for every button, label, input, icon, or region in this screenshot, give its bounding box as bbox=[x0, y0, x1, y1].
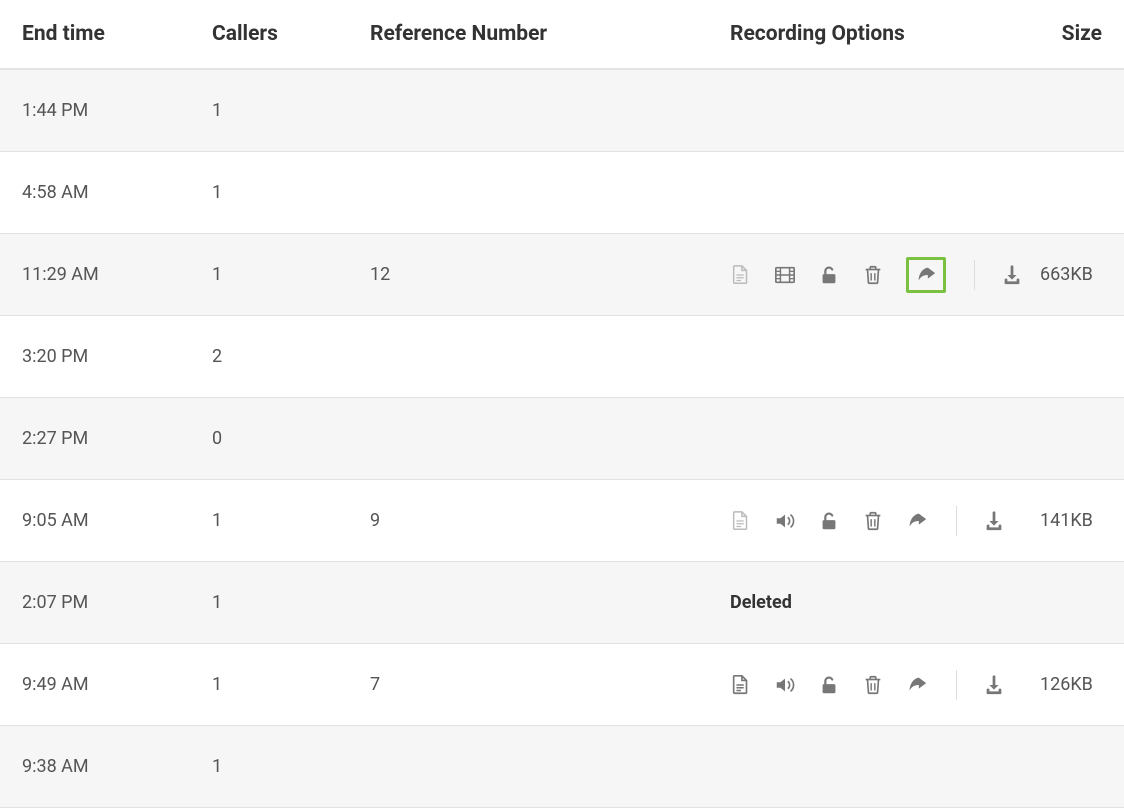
table-row: 9:05 AM 1 9 141KB bbox=[0, 480, 1124, 562]
header-reference: Reference Number bbox=[370, 22, 730, 46]
film-icon[interactable] bbox=[774, 264, 796, 286]
share-icon[interactable] bbox=[906, 510, 928, 532]
header-options: Recording Options bbox=[730, 22, 1040, 46]
unlock-icon[interactable] bbox=[818, 264, 840, 286]
table-row: 11:29 AM 1 12 663KB bbox=[0, 234, 1124, 316]
cell-callers: 1 bbox=[212, 592, 370, 613]
cell-callers: 1 bbox=[212, 182, 370, 203]
header-size: Size bbox=[1040, 22, 1102, 46]
table-row: 9:49 AM 1 7 126KB bbox=[0, 644, 1124, 726]
cell-callers: 1 bbox=[212, 100, 370, 121]
divider bbox=[974, 260, 975, 290]
cell-callers: 1 bbox=[212, 674, 370, 695]
share-icon[interactable] bbox=[906, 674, 928, 696]
divider bbox=[956, 670, 957, 700]
cell-end-time: 4:58 AM bbox=[22, 182, 212, 203]
cell-end-time: 9:05 AM bbox=[22, 510, 212, 531]
divider bbox=[956, 506, 957, 536]
download-icon[interactable] bbox=[983, 674, 1005, 696]
cell-reference: 12 bbox=[370, 264, 730, 285]
file-icon[interactable] bbox=[730, 674, 752, 696]
cell-end-time: 1:44 PM bbox=[22, 100, 212, 121]
trash-icon[interactable] bbox=[862, 264, 884, 286]
unlock-icon[interactable] bbox=[818, 674, 840, 696]
share-icon[interactable] bbox=[915, 264, 937, 286]
recordings-table: End time Callers Reference Number Record… bbox=[0, 0, 1124, 808]
cell-reference: 7 bbox=[370, 674, 730, 695]
table-row: 4:58 AM 1 bbox=[0, 152, 1124, 234]
cell-callers: 1 bbox=[212, 264, 370, 285]
cell-end-time: 9:38 AM bbox=[22, 756, 212, 777]
cell-end-time: 2:27 PM bbox=[22, 428, 212, 449]
table-row: 2:07 PM 1 Deleted bbox=[0, 562, 1124, 644]
file-icon[interactable] bbox=[730, 264, 752, 286]
cell-options bbox=[730, 257, 1040, 293]
cell-end-time: 3:20 PM bbox=[22, 346, 212, 367]
share-highlight bbox=[906, 257, 946, 293]
table-row: 1:44 PM 1 bbox=[0, 70, 1124, 152]
cell-options bbox=[730, 506, 1040, 536]
cell-callers: 1 bbox=[212, 510, 370, 531]
table-row: 9:38 AM 1 bbox=[0, 726, 1124, 808]
audio-icon[interactable] bbox=[774, 510, 796, 532]
cell-size: 141KB bbox=[1040, 510, 1102, 531]
table-row: 3:20 PM 2 bbox=[0, 316, 1124, 398]
audio-icon[interactable] bbox=[774, 674, 796, 696]
cell-end-time: 2:07 PM bbox=[22, 592, 212, 613]
cell-options bbox=[730, 670, 1040, 700]
table-row: 2:27 PM 0 bbox=[0, 398, 1124, 480]
header-end-time: End time bbox=[22, 22, 212, 46]
download-icon[interactable] bbox=[1001, 264, 1023, 286]
cell-size: 663KB bbox=[1040, 264, 1102, 285]
table-header-row: End time Callers Reference Number Record… bbox=[0, 0, 1124, 70]
trash-icon[interactable] bbox=[862, 674, 884, 696]
cell-end-time: 9:49 AM bbox=[22, 674, 212, 695]
cell-options: Deleted bbox=[730, 592, 1040, 613]
cell-end-time: 11:29 AM bbox=[22, 264, 212, 285]
cell-reference: 9 bbox=[370, 510, 730, 531]
cell-callers: 1 bbox=[212, 756, 370, 777]
download-icon[interactable] bbox=[983, 510, 1005, 532]
cell-callers: 0 bbox=[212, 428, 370, 449]
cell-size: 126KB bbox=[1040, 674, 1102, 695]
trash-icon[interactable] bbox=[862, 510, 884, 532]
file-icon[interactable] bbox=[730, 510, 752, 532]
unlock-icon[interactable] bbox=[818, 510, 840, 532]
cell-callers: 2 bbox=[212, 346, 370, 367]
header-callers: Callers bbox=[212, 22, 370, 46]
deleted-label: Deleted bbox=[730, 592, 792, 613]
